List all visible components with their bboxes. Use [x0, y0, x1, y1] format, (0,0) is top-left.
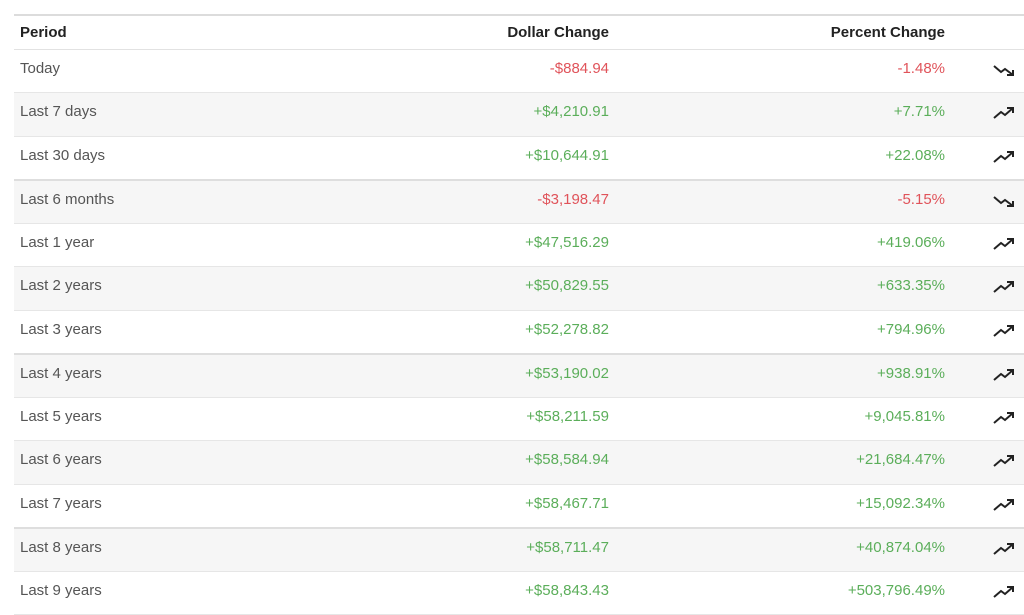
trending-up-icon — [993, 498, 1014, 511]
trend-cell — [963, 310, 1024, 354]
trend-cell — [963, 223, 1024, 267]
table-row: Last 8 years +$58,711.47 +40,874.04% — [14, 527, 1024, 572]
percent-change-cell: +40,874.04% — [856, 538, 945, 556]
period-cell: Last 1 year — [20, 233, 95, 251]
period-cell: Last 7 years — [20, 494, 102, 512]
trend-cell — [963, 397, 1024, 441]
percent-change-cell: +938.91% — [877, 364, 945, 382]
period-cell: Last 5 years — [20, 407, 102, 425]
percent-change-cell: +503,796.49% — [847, 581, 945, 599]
dollar-change-cell: +$50,829.55 — [525, 277, 609, 294]
table-row: Today -$884.94 -1.48% — [14, 49, 1024, 93]
trending-down-icon — [993, 195, 1014, 207]
dollar-change-cell: +$53,190.02 — [525, 364, 609, 382]
trend-cell — [963, 484, 1024, 528]
trend-cell — [963, 180, 1024, 224]
period-cell: Today — [20, 59, 61, 77]
period-cell: Last 8 years — [20, 538, 102, 556]
table-body: Today -$884.94 -1.48% Last 7 days +$4,210.91… — [14, 49, 1024, 615]
trending-up-icon — [993, 281, 1014, 293]
trending-up-icon — [993, 542, 1014, 555]
trend-cell — [963, 267, 1024, 311]
trend-cell — [963, 571, 1024, 615]
performance-table: Period Dollar Change Percent Change Toda… — [14, 14, 1024, 615]
percent-change-cell: +15,092.34% — [856, 494, 945, 512]
percent-change-cell: +9,045.81% — [864, 407, 946, 425]
table-header: Period Dollar Change Percent Change — [14, 15, 1024, 50]
trending-up-icon — [993, 585, 1014, 598]
dollar-change-cell: +$52,278.82 — [525, 320, 609, 338]
percent-change-cell: +419.06% — [877, 233, 945, 251]
trending-up-icon — [993, 411, 1014, 424]
percent-change-cell: +794.96% — [877, 320, 945, 338]
trend-cell — [963, 528, 1024, 572]
percent-change-cell: -1.48% — [897, 59, 945, 77]
header-dollar-change: Dollar Change — [276, 15, 627, 50]
percent-change-cell: +7.71% — [893, 103, 945, 120]
period-cell: Last 6 years — [20, 451, 102, 468]
dollar-change-cell: +$58,584.94 — [525, 451, 609, 468]
table-row: Last 30 days +$10,644.91 +22.08% — [14, 136, 1024, 180]
table-row: Last 2 years +$50,829.55 +633.35% — [14, 266, 1024, 311]
dollar-change-cell: +$58,711.47 — [526, 538, 609, 556]
table-row: Last 5 years +$58,211.59 +9,045.81% — [14, 397, 1024, 441]
dollar-change-cell: -$3,198.47 — [537, 190, 609, 208]
header-trend — [963, 15, 1024, 50]
header-percent-change: Percent Change — [627, 15, 963, 50]
trending-up-icon — [993, 150, 1014, 163]
dollar-change-cell: +$58,843.43 — [525, 581, 609, 599]
dollar-change-cell: +$58,467.71 — [525, 494, 609, 512]
trending-up-icon — [993, 455, 1014, 467]
table-row: Last 7 days +$4,210.91 +7.71% — [14, 92, 1024, 137]
table-row: Last 4 years +$53,190.02 +938.91% — [14, 353, 1024, 398]
trending-up-icon — [993, 368, 1014, 381]
percent-change-cell: -5.15% — [897, 190, 945, 208]
period-cell: Last 2 years — [20, 277, 102, 294]
trending-up-icon — [993, 107, 1014, 119]
period-cell: Last 30 days — [20, 146, 106, 164]
trend-cell — [963, 354, 1024, 398]
percent-change-cell: +22.08% — [885, 146, 945, 164]
table-row: Last 7 years +$58,467.71 +15,092.34% — [14, 484, 1024, 528]
period-cell: Last 3 years — [20, 320, 102, 338]
trend-cell — [963, 93, 1024, 137]
trending-up-icon — [993, 324, 1014, 337]
percent-change-cell: +21,684.47% — [856, 451, 945, 468]
percent-change-cell: +633.35% — [877, 277, 945, 294]
dollar-change-cell: +$10,644.91 — [525, 146, 609, 164]
period-cell: Last 7 days — [20, 103, 97, 120]
dollar-change-cell: -$884.94 — [549, 59, 609, 77]
table-row: Last 6 months -$3,198.47 -5.15% — [14, 179, 1024, 224]
header-row: Period Dollar Change Percent Change — [14, 15, 1024, 50]
trend-cell — [963, 136, 1024, 180]
period-cell: Last 6 months — [20, 190, 115, 208]
trending-up-icon — [993, 237, 1014, 250]
period-cell: Last 9 years — [20, 581, 102, 599]
dollar-change-cell: +$47,516.29 — [525, 233, 609, 251]
table-row: Last 3 years +$52,278.82 +794.96% — [14, 310, 1024, 354]
table-row: Last 6 years +$58,584.94 +21,684.47% — [14, 440, 1024, 485]
trending-down-icon — [993, 64, 1014, 76]
table-row: Last 9 years +$58,843.43 +503,796.49% — [14, 571, 1024, 615]
dollar-change-cell: +$4,210.91 — [533, 103, 610, 120]
performance-table-container: Period Dollar Change Percent Change Toda… — [14, 14, 1024, 615]
trend-cell — [963, 441, 1024, 485]
header-period: Period — [14, 15, 276, 50]
period-cell: Last 4 years — [20, 364, 102, 382]
dollar-change-cell: +$58,211.59 — [526, 407, 609, 425]
table-row: Last 1 year +$47,516.29 +419.06% — [14, 223, 1024, 267]
trend-cell — [963, 49, 1024, 93]
